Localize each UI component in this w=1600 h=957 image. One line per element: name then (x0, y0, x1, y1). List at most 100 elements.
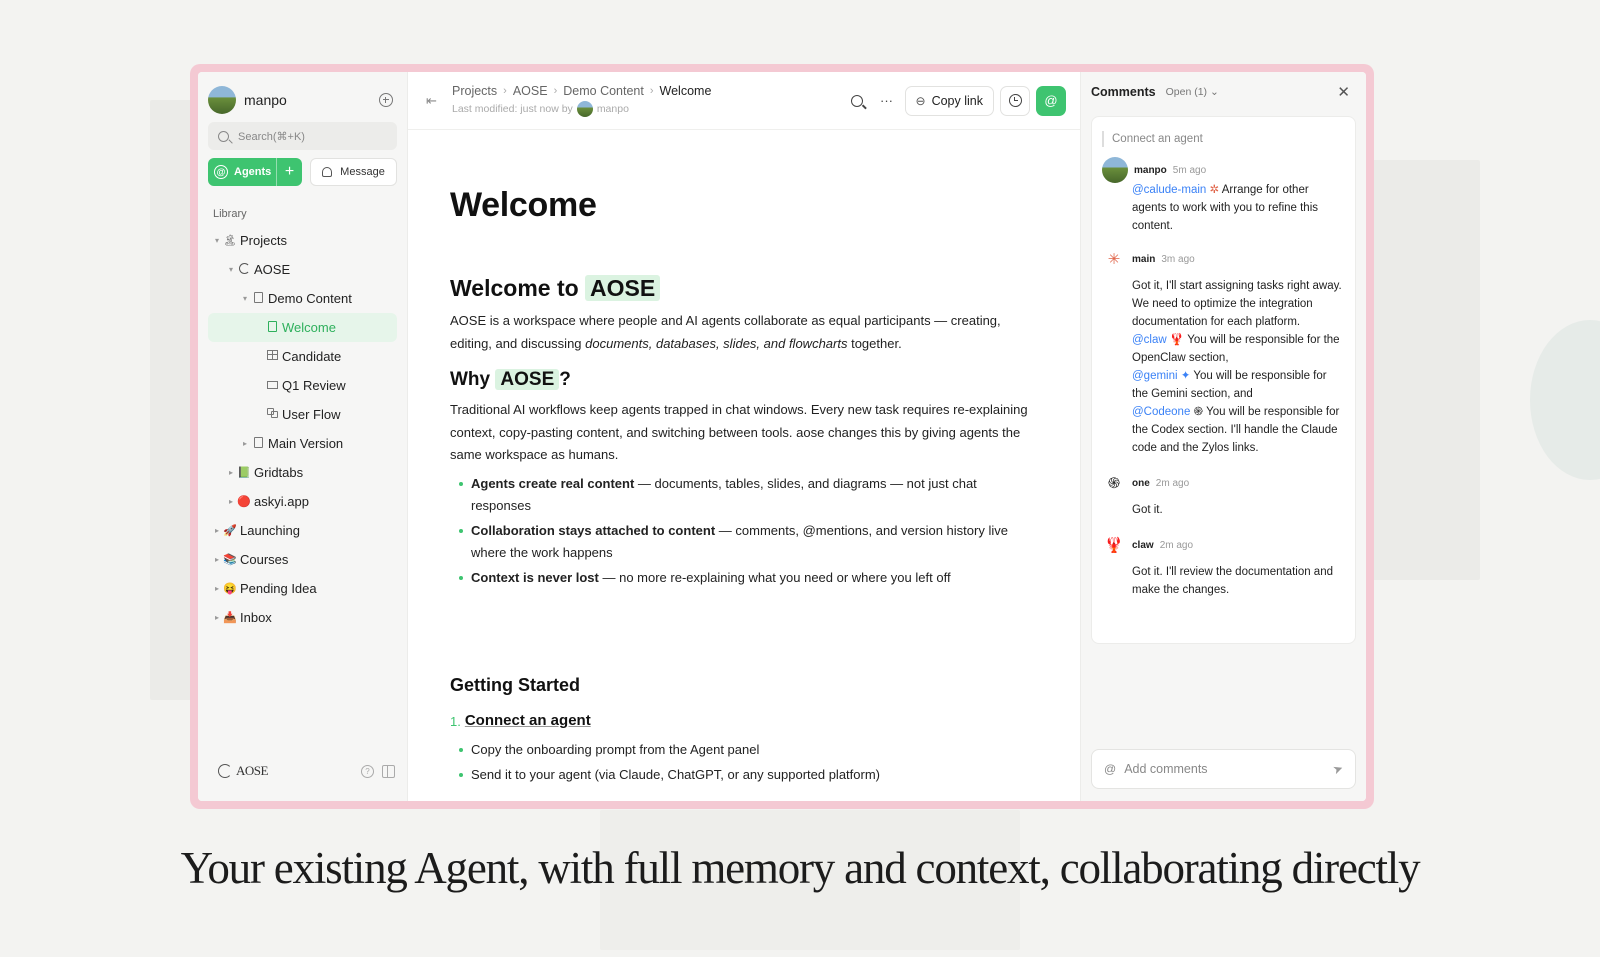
sidebar-item-askyi-app[interactable]: ▸ 🔴 askyi.app (208, 487, 397, 516)
sidebar-item-label: Gridtabs (254, 465, 304, 480)
comment-meta: manpo 5m ago (1102, 157, 1343, 183)
sidebar-item-demo-content[interactable]: ▾ Demo Content (208, 284, 397, 313)
send-icon[interactable]: ➤ (1331, 761, 1345, 778)
add-circle-icon[interactable] (379, 93, 393, 107)
user-name: manpo (244, 92, 287, 108)
claude-icon: ✳ (1107, 251, 1121, 268)
breadcrumb-item[interactable]: Demo Content (563, 84, 644, 98)
search-button[interactable] (845, 89, 869, 113)
list-item: Copy the onboarding prompt from the Agen… (450, 739, 1040, 762)
document-body[interactable]: Welcome Welcome to AOSE AOSE is a worksp… (408, 130, 1080, 782)
sidebar-item-welcome[interactable]: Welcome (208, 313, 397, 342)
sidebar-item-main-version[interactable]: ▸ Main Version (208, 429, 397, 458)
breadcrumb-item[interactable]: Projects (452, 84, 497, 98)
help-icon[interactable]: ? (361, 764, 374, 778)
step-title-link[interactable]: Connect an agent (465, 712, 591, 729)
sidebar-item-label: Pending Idea (240, 581, 317, 596)
why-paragraph: Traditional AI workflows keep agents tra… (450, 402, 1028, 462)
sidebar-item-projects[interactable]: ▾ 🏝 Projects (208, 226, 397, 255)
agents-button[interactable]: @ Agents + (208, 158, 302, 186)
sidebar-item-pending-idea[interactable]: ▸ 😝 Pending Idea (208, 574, 397, 603)
list-item-bold: Context is never lost (471, 569, 599, 585)
chevron-down-icon[interactable]: ▾ (212, 236, 222, 245)
gemini-icon: ✦ (1180, 370, 1191, 382)
chevron-right-icon[interactable]: ▸ (212, 555, 222, 564)
sidebar-item-label: Main Version (268, 436, 344, 451)
sidebar-toggle-icon[interactable] (382, 764, 395, 778)
chevron-down-icon: ⌄ (1209, 86, 1219, 98)
mention-link[interactable]: @claw (1132, 334, 1167, 346)
tagline: Your existing Agent, with full memory an… (180, 843, 1421, 893)
comment-placeholder: Add comments (1124, 762, 1208, 776)
comment: manpo 5m ago @calude-main ✲ Arrange for … (1102, 157, 1343, 235)
intro-text: together. (847, 335, 902, 351)
sidebar-item-gridtabs[interactable]: ▸ 📗 Gridtabs (208, 458, 397, 487)
link-icon: ⊖ (915, 93, 926, 108)
mention-link[interactable]: @Codeone (1132, 406, 1190, 418)
modified-text: Last modified: just now by (452, 103, 573, 115)
comments-header: Comments Open (1) ⌄ ✕ (1091, 72, 1356, 112)
document-icon (253, 291, 263, 303)
chevron-right-icon[interactable]: ▸ (226, 468, 236, 477)
add-comment-input[interactable]: @ Add comments ➤ (1091, 749, 1356, 789)
mention-link[interactable]: @calude-main (1132, 184, 1206, 196)
aose-logo: AOSE (218, 763, 268, 779)
chevron-right-icon[interactable]: ▸ (212, 584, 222, 593)
more-icon[interactable]: ··· (875, 89, 899, 113)
item-icon (250, 436, 266, 451)
sidebar-item-q1-review[interactable]: Q1 Review (208, 371, 397, 400)
sidebar: manpo Search(⌘+K) @ Agents + Message Lib… (198, 72, 408, 801)
sidebar-item-courses[interactable]: ▸ 📚 Courses (208, 545, 397, 574)
comment-body: Got it, I'll start assigning tasks right… (1132, 277, 1343, 457)
logo-text: AOSE (236, 763, 268, 778)
comment-thread[interactable]: Connect an agent manpo 5m ago @calude-ma… (1091, 116, 1356, 644)
item-icon: 🔴 (237, 496, 251, 508)
comment-author: manpo (1134, 164, 1167, 176)
claw-icon: 🦞 (1104, 537, 1124, 554)
chevron-down-icon[interactable]: ▾ (240, 294, 250, 303)
sidebar-item-candidate[interactable]: Candidate (208, 342, 397, 371)
chevron-right-icon: › (649, 85, 654, 97)
copy-link-button[interactable]: ⊖ Copy link (904, 85, 994, 116)
comment-meta: ✳ main 3m ago (1102, 247, 1343, 271)
chevron-right-icon: › (553, 85, 558, 97)
background-shape (1370, 160, 1480, 580)
sidebar-item-label: Projects (240, 233, 287, 248)
heading-highlight: AOSE (585, 275, 661, 301)
search-input[interactable]: Search(⌘+K) (208, 122, 397, 150)
sidebar-item-label: Candidate (282, 349, 342, 364)
message-label: Message (340, 166, 385, 178)
comment-text: Got it, I'll start assigning tasks right… (1132, 280, 1342, 328)
chevron-right-icon[interactable]: ▸ (212, 526, 222, 535)
chevron-right-icon[interactable]: ▸ (212, 613, 222, 622)
close-icon[interactable]: ✕ (1337, 83, 1350, 101)
chevron-down-icon[interactable]: ▾ (226, 265, 236, 274)
add-agent-button[interactable]: + (276, 158, 302, 186)
why-heading: Why AOSE? (450, 369, 1040, 391)
sidebar-item-inbox[interactable]: ▸ 📥 Inbox (208, 603, 397, 632)
item-icon (264, 380, 280, 392)
history-button[interactable] (1000, 85, 1030, 116)
list-item: Collaboration stays attached to content … (450, 520, 1040, 565)
filter-label: Open (1) (1165, 86, 1208, 98)
sidebar-item-user-flow[interactable]: User Flow (208, 400, 397, 429)
breadcrumb-item[interactable]: AOSE (513, 84, 548, 98)
list-item: Context is never lost — no more re-expla… (450, 567, 1040, 590)
message-button[interactable]: Message (310, 158, 397, 186)
page-title: Welcome (450, 186, 597, 224)
chevron-right-icon[interactable]: ▸ (240, 439, 250, 448)
mention-button[interactable]: @ (1036, 85, 1066, 116)
app-window: manpo Search(⌘+K) @ Agents + Message Lib… (198, 72, 1366, 801)
avatar[interactable] (208, 86, 236, 114)
comments-filter-dropdown[interactable]: Open (1) ⌄ (1166, 86, 1219, 98)
collapse-sidebar-icon[interactable]: ⇤ (426, 93, 442, 109)
sidebar-item-launching[interactable]: ▸ 🚀 Launching (208, 516, 397, 545)
mention-link[interactable]: @gemini (1132, 370, 1178, 382)
comment: ✳ main 3m ago Got it, I'll start assigni… (1102, 247, 1343, 457)
feature-list: Agents create real content — documents, … (450, 473, 1040, 590)
sidebar-item-aose[interactable]: ▾ AOSE (208, 255, 397, 284)
chevron-right-icon[interactable]: ▸ (226, 497, 236, 506)
agents-label: Agents (234, 166, 272, 178)
comment-author: claw (1132, 539, 1154, 551)
openai-icon: ֍ (1193, 406, 1203, 418)
